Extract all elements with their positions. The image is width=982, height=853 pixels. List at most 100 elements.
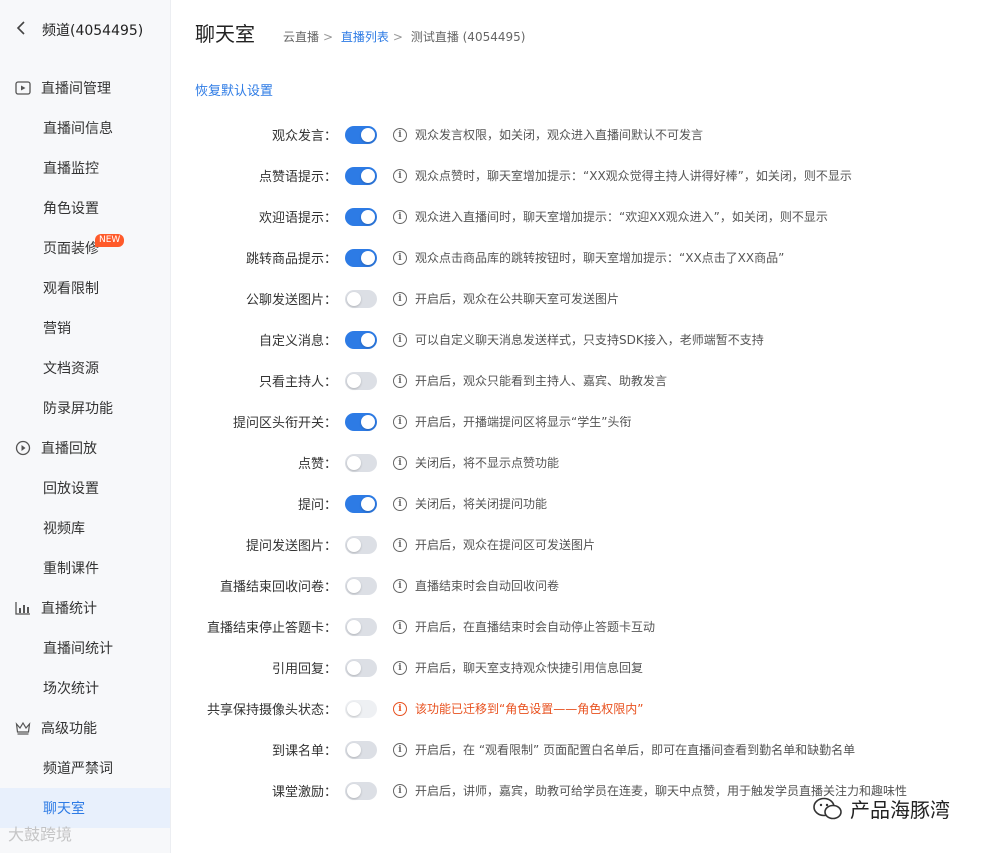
setting-toggle[interactable] [345, 535, 377, 554]
sidebar-group-replay[interactable]: 直播回放 [0, 428, 170, 468]
setting-label: 提问区头衔开关： [232, 416, 337, 431]
toggle-knob [361, 209, 375, 224]
toggle-knob [347, 455, 361, 470]
sidebar-item-banned-words[interactable]: 频道严禁词 [0, 748, 170, 788]
setting-description: 观众发言权限，如关闭，观众进入直播间默认不可发言 [415, 128, 704, 142]
setting-description: 直播结束时会自动回收问卷 [415, 579, 560, 593]
setting-toggle[interactable] [345, 166, 377, 185]
setting-row: 共享保持摄像头状态： i 该功能已迁移到“角色设置——角色权限内” [171, 688, 982, 729]
setting-description: 开启后，在直播结束时会自动停止答题卡互动 [415, 620, 656, 634]
setting-toggle[interactable] [345, 494, 377, 513]
channel-back-link[interactable]: 频道(4054495) [0, 0, 170, 60]
toggle-knob [347, 783, 361, 798]
toggle-knob [361, 250, 375, 265]
sidebar-group-stats[interactable]: 直播统计 [0, 588, 170, 628]
info-icon: i [393, 496, 407, 511]
setting-toggle[interactable] [345, 453, 377, 472]
watermark-right-text: 产品海豚湾 [850, 798, 950, 822]
setting-label: 只看主持人： [258, 375, 337, 390]
sidebar-group-live-room[interactable]: 直播间管理 [0, 68, 170, 108]
setting-row: 自定义消息： i 可以自定义聊天消息发送样式，只支持SDK接入，老师端暂不支持 [171, 319, 982, 360]
setting-label: 观众发言： [271, 129, 337, 144]
setting-description: 开启后，开播端提问区将显示“学生”头衔 [415, 415, 632, 429]
breadcrumb-item-cloud-live[interactable]: 云直播 [283, 30, 319, 44]
sidebar-item-label: 聊天室 [43, 801, 85, 817]
restore-defaults-link[interactable]: 恢复默认设置 [195, 80, 273, 99]
breadcrumb: 云直播 > 直播列表 > 测试直播 (4054495) [283, 30, 526, 44]
watermark-left-text: 大鼓跨境 [8, 825, 73, 844]
setting-toggle[interactable] [345, 412, 377, 431]
setting-toggle[interactable] [345, 781, 377, 800]
setting-toggle[interactable] [345, 330, 377, 349]
info-icon: i [393, 127, 407, 142]
setting-description: 观众点击商品库的跳转按钮时，聊天室增加提示：“XX点击了XX商品” [415, 251, 785, 265]
sidebar-item-label: 回放设置 [43, 481, 99, 497]
sidebar-item-label: 视频库 [43, 521, 85, 537]
setting-row: 公聊发送图片： i 开启后，观众在公共聊天室可发送图片 [171, 278, 982, 319]
setting-row: 欢迎语提示： i 观众进入直播间时，聊天室增加提示：“欢迎XX观众进入”，如关闭，则… [171, 196, 982, 237]
page-title: 聊天室 [195, 22, 255, 46]
info-icon: i [393, 578, 407, 593]
toggle-knob [361, 414, 375, 429]
setting-description: 开启后，观众在公共聊天室可发送图片 [415, 292, 620, 306]
sidebar-item-page-decoration[interactable]: 页面装修 NEW [0, 228, 170, 268]
setting-row: 点赞： i 关闭后，将不显示点赞功能 [171, 442, 982, 483]
sidebar-item-label: 观看限制 [43, 281, 99, 297]
setting-toggle [345, 699, 377, 718]
sidebar-item-label: 频道严禁词 [43, 761, 113, 777]
sidebar-item-anti-record[interactable]: 防录屏功能 [0, 388, 170, 428]
setting-toggle[interactable] [345, 740, 377, 759]
sidebar-item-label: 直播间信息 [43, 121, 113, 137]
setting-toggle[interactable] [345, 617, 377, 636]
sidebar-item-room-info[interactable]: 直播间信息 [0, 108, 170, 148]
toggle-knob [347, 701, 361, 716]
setting-toggle[interactable] [345, 371, 377, 390]
sidebar-item-monitor[interactable]: 直播监控 [0, 148, 170, 188]
breadcrumb-item-live-list[interactable]: 直播列表 [341, 30, 389, 44]
sidebar-item-session-stats[interactable]: 场次统计 [0, 668, 170, 708]
setting-row: 直播结束回收问卷： i 直播结束时会自动回收问卷 [171, 565, 982, 606]
sidebar-item-marketing[interactable]: 营销 [0, 308, 170, 348]
chevron-left-icon [16, 21, 28, 39]
info-icon: i [393, 701, 407, 716]
toggle-knob [347, 619, 361, 634]
settings-list: 观众发言： i 观众发言权限，如关闭，观众进入直播间默认不可发言 点赞语提示： i 观众点… [171, 114, 982, 811]
setting-description: 观众点赞时，聊天室增加提示：“XX观众觉得主持人讲得好棒”，如关闭，则不显示 [415, 169, 852, 183]
setting-row: 到课名单： i 开启后，在 “观看限制” 页面配置白名单后，即可在直播间查看到勤名单… [171, 729, 982, 770]
toggle-knob [347, 537, 361, 552]
sidebar-item-roles[interactable]: 角色设置 [0, 188, 170, 228]
toggle-knob [347, 373, 361, 388]
setting-toggle[interactable] [345, 248, 377, 267]
setting-toggle[interactable] [345, 576, 377, 595]
setting-toggle[interactable] [345, 289, 377, 308]
info-icon: i [393, 537, 407, 552]
sidebar-item-room-stats[interactable]: 直播间统计 [0, 628, 170, 668]
sidebar-group-label: 高级功能 [41, 721, 97, 737]
channel-title: 频道(4054495) [42, 23, 144, 39]
info-icon: i [393, 783, 407, 798]
new-badge: NEW [95, 234, 125, 247]
sidebar-item-docs[interactable]: 文档资源 [0, 348, 170, 388]
setting-toggle[interactable] [345, 207, 377, 226]
sidebar-item-video-library[interactable]: 视频库 [0, 508, 170, 548]
info-icon: i [393, 168, 407, 183]
setting-label: 点赞： [297, 457, 337, 472]
setting-description: 可以自定义聊天消息发送样式，只支持SDK接入，老师端暂不支持 [415, 333, 764, 347]
setting-row: 直播结束停止答题卡： i 开启后，在直播结束时会自动停止答题卡互动 [171, 606, 982, 647]
sidebar-item-replay-settings[interactable]: 回放设置 [0, 468, 170, 508]
toggle-knob [361, 168, 375, 183]
setting-row: 引用回复： i 开启后，聊天室支持观众快捷引用信息回复 [171, 647, 982, 688]
sidebar-group-advanced[interactable]: 高级功能 [0, 708, 170, 748]
toggle-knob [347, 291, 361, 306]
sidebar-group-label: 直播间管理 [41, 81, 111, 97]
sidebar-item-view-limit[interactable]: 观看限制 [0, 268, 170, 308]
toggle-knob [347, 742, 361, 757]
watermark-left: 大鼓跨境 [8, 821, 72, 845]
setting-toggle[interactable] [345, 125, 377, 144]
sidebar-item-remake-courseware[interactable]: 重制课件 [0, 548, 170, 588]
replay-icon [14, 439, 32, 457]
sidebar-item-label: 营销 [43, 321, 71, 337]
info-icon: i [393, 373, 407, 388]
sidebar-item-label: 直播监控 [43, 161, 99, 177]
setting-toggle[interactable] [345, 658, 377, 677]
